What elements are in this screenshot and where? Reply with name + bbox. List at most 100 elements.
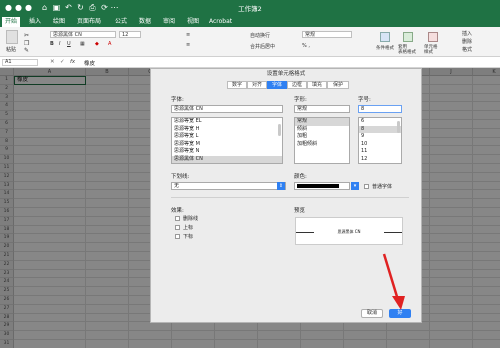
tab-border[interactable]: 边框 bbox=[287, 81, 307, 89]
conditional-format-label[interactable]: 条件格式 bbox=[376, 45, 394, 51]
underline-label: 下划线: bbox=[171, 174, 190, 180]
tab-formulas[interactable]: 公式 bbox=[112, 17, 130, 27]
fill-color-icon[interactable]: ◆ bbox=[95, 41, 99, 47]
font-list[interactable]: 思源等宽 EL 思源等宽 H 思源等宽 L 思源等宽 M 思源等宽 N 思源黑体… bbox=[171, 117, 283, 164]
superscript-label: 上标 bbox=[183, 225, 194, 231]
size-list-item[interactable]: 10 bbox=[359, 141, 401, 149]
style-list-item[interactable]: 加粗 bbox=[295, 133, 349, 141]
style-list-item[interactable]: 加粗倾斜 bbox=[295, 141, 349, 149]
bold-icon[interactable]: B bbox=[50, 41, 54, 47]
tab-draw[interactable]: 绘图 bbox=[50, 17, 68, 27]
font-name-select[interactable]: 思源黑体 CN bbox=[50, 31, 116, 38]
tab-page-layout[interactable]: 页面布局 bbox=[74, 17, 104, 27]
tab-review[interactable]: 审阅 bbox=[160, 17, 178, 27]
font-color-icon[interactable]: A bbox=[108, 41, 111, 47]
enter-icon[interactable]: ✓ bbox=[60, 59, 65, 65]
tab-data[interactable]: 数据 bbox=[136, 17, 154, 27]
percent-icon[interactable]: % , bbox=[302, 43, 310, 49]
underline-icon[interactable]: U bbox=[67, 41, 71, 47]
name-box[interactable]: A1 bbox=[2, 59, 38, 66]
ribbon-tabs: 开始 插入 绘图 页面布局 公式 数据 审阅 视图 Acrobat bbox=[0, 15, 500, 27]
paste-icon[interactable] bbox=[6, 30, 18, 44]
strikethrough-label: 删除线 bbox=[183, 216, 199, 222]
style-list-item[interactable]: 倾斜 bbox=[295, 126, 349, 134]
font-list-item-selected[interactable]: 思源黑体 CN bbox=[172, 155, 282, 163]
preview-text: 思源黑体 CN bbox=[337, 229, 361, 234]
tab-insert[interactable]: 插入 bbox=[26, 17, 44, 27]
effects-label: 效果: bbox=[171, 208, 184, 214]
cell-styles-icon[interactable] bbox=[428, 32, 438, 42]
font-list-item[interactable]: 思源等宽 H bbox=[172, 126, 282, 134]
preview-label: 预览 bbox=[294, 208, 306, 214]
cancel-icon[interactable]: ✕ bbox=[50, 59, 55, 65]
wrap-text-button[interactable]: 自动换行 bbox=[250, 32, 270, 39]
color-picker[interactable] bbox=[294, 182, 350, 190]
normal-font-label: 普通字体 bbox=[372, 184, 393, 190]
format-as-table-label[interactable]: 套用 表格格式 bbox=[398, 45, 420, 55]
font-list-scrollbar[interactable] bbox=[278, 124, 281, 136]
align-left-icon[interactable]: ≡ bbox=[186, 42, 190, 48]
merge-center-button[interactable]: 合并后居中 bbox=[250, 43, 275, 50]
formula-input[interactable]: 橡皮 bbox=[84, 59, 95, 67]
color-dropdown-icon[interactable]: ▾ bbox=[351, 182, 359, 190]
style-input[interactable]: 常规 bbox=[294, 105, 350, 113]
tab-protection[interactable]: 保护 bbox=[327, 81, 349, 89]
cut-icon[interactable]: ✂ bbox=[24, 32, 29, 39]
strikethrough-checkbox[interactable] bbox=[175, 216, 180, 221]
font-list-item[interactable]: 思源等宽 M bbox=[172, 141, 282, 149]
format-cells-button[interactable]: 格式 bbox=[462, 46, 472, 53]
font-label: 字体: bbox=[171, 97, 184, 103]
number-format-select[interactable]: 常规 bbox=[302, 31, 352, 38]
style-list-item-selected[interactable]: 常规 bbox=[295, 118, 349, 126]
font-size-select[interactable]: 12 bbox=[119, 31, 141, 38]
tab-number[interactable]: 数字 bbox=[227, 81, 247, 89]
size-label: 字号: bbox=[358, 97, 371, 103]
size-input[interactable]: 8 bbox=[358, 105, 402, 113]
dialog-title: 设置单元格格式 bbox=[266, 71, 306, 77]
tab-fill[interactable]: 填充 bbox=[307, 81, 327, 89]
tab-font[interactable]: 字体 bbox=[267, 81, 287, 89]
size-list-item-selected[interactable]: 8 bbox=[359, 125, 401, 133]
size-list-item[interactable]: 11 bbox=[359, 148, 401, 156]
normal-font-checkbox[interactable] bbox=[364, 184, 369, 189]
italic-icon[interactable]: I bbox=[59, 41, 60, 47]
tab-alignment[interactable]: 对齐 bbox=[247, 81, 267, 89]
align-top-icon[interactable]: ≡ bbox=[186, 32, 190, 38]
font-input[interactable]: 思源黑体 CN bbox=[171, 105, 283, 113]
formula-bar: A1 ✕ ✓ fx 橡皮 bbox=[0, 57, 500, 68]
color-label: 颜色: bbox=[294, 174, 307, 180]
delete-cells-button[interactable]: 删除 bbox=[462, 38, 472, 45]
size-list-item[interactable]: 12 bbox=[359, 156, 401, 164]
divider bbox=[171, 197, 409, 198]
style-list[interactable]: 常规 倾斜 加粗 加粗倾斜 bbox=[294, 117, 350, 164]
size-list-item[interactable]: 9 bbox=[359, 133, 401, 141]
color-swatch bbox=[297, 184, 339, 188]
preview-box: 思源黑体 CN bbox=[295, 217, 403, 245]
conditional-format-icon[interactable] bbox=[380, 32, 390, 42]
copy-icon[interactable]: ❐ bbox=[24, 40, 29, 47]
underline-select[interactable]: 无 ⇕ bbox=[171, 182, 286, 190]
insert-cells-button[interactable]: 插入 bbox=[462, 30, 472, 37]
superscript-checkbox[interactable] bbox=[175, 225, 180, 230]
function-icon[interactable]: fx bbox=[70, 59, 75, 65]
border-icon[interactable]: ▦ bbox=[80, 41, 85, 47]
font-list-item[interactable]: 思源等宽 L bbox=[172, 133, 282, 141]
size-list[interactable]: 6 8 9 10 11 12 bbox=[358, 117, 402, 164]
paste-label: 粘贴 bbox=[6, 47, 17, 53]
format-painter-icon[interactable]: ✎ bbox=[24, 47, 29, 54]
window-title: 工作簿2 bbox=[238, 5, 262, 13]
chevron-down-icon[interactable]: ⇕ bbox=[277, 182, 285, 190]
subscript-checkbox[interactable] bbox=[175, 234, 180, 239]
size-list-scrollbar[interactable] bbox=[397, 121, 400, 133]
format-as-table-icon[interactable] bbox=[403, 32, 413, 42]
annotation-arrow bbox=[382, 253, 405, 310]
font-list-item[interactable]: 思源等宽 N bbox=[172, 148, 282, 156]
underline-value: 无 bbox=[174, 183, 180, 189]
cell-styles-label[interactable]: 单元格 样式 bbox=[424, 45, 444, 55]
size-list-item[interactable]: 6 bbox=[359, 118, 401, 126]
style-label: 字形: bbox=[294, 97, 307, 103]
tab-acrobat[interactable]: Acrobat bbox=[206, 17, 235, 27]
font-list-item[interactable]: 思源等宽 EL bbox=[172, 118, 282, 126]
tab-view[interactable]: 视图 bbox=[184, 17, 202, 27]
tab-home[interactable]: 开始 bbox=[2, 17, 21, 27]
